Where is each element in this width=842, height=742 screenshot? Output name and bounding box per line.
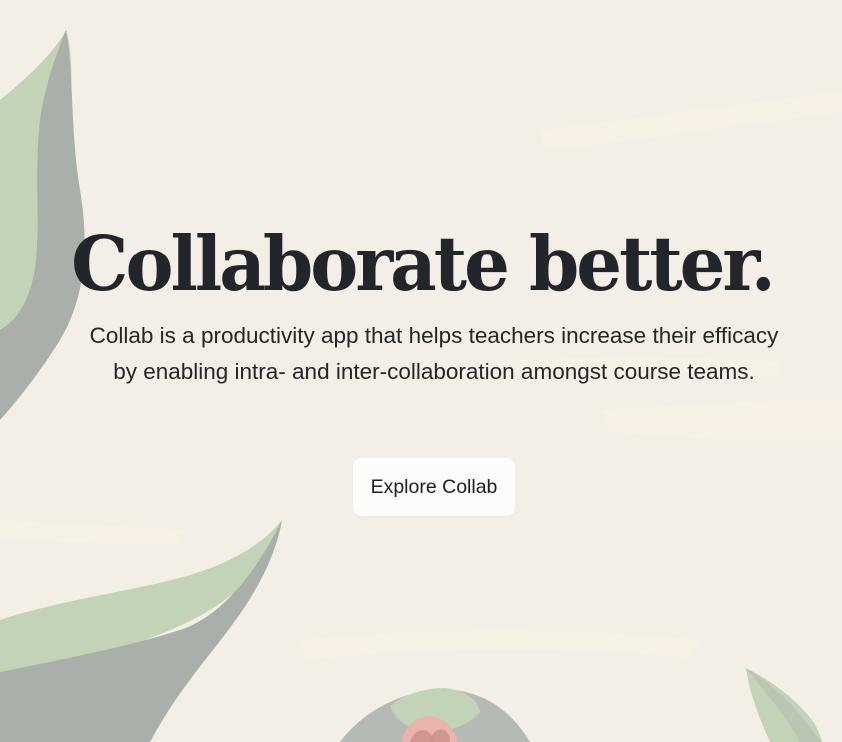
hero-section: Collaborate better. Collab is a producti…	[0, 0, 842, 742]
hero-description: Collab is a productivity app that helps …	[89, 323, 779, 384]
explore-collab-button[interactable]: Explore Collab	[353, 458, 515, 516]
hero-headline: Collaborate better.	[71, 218, 776, 309]
